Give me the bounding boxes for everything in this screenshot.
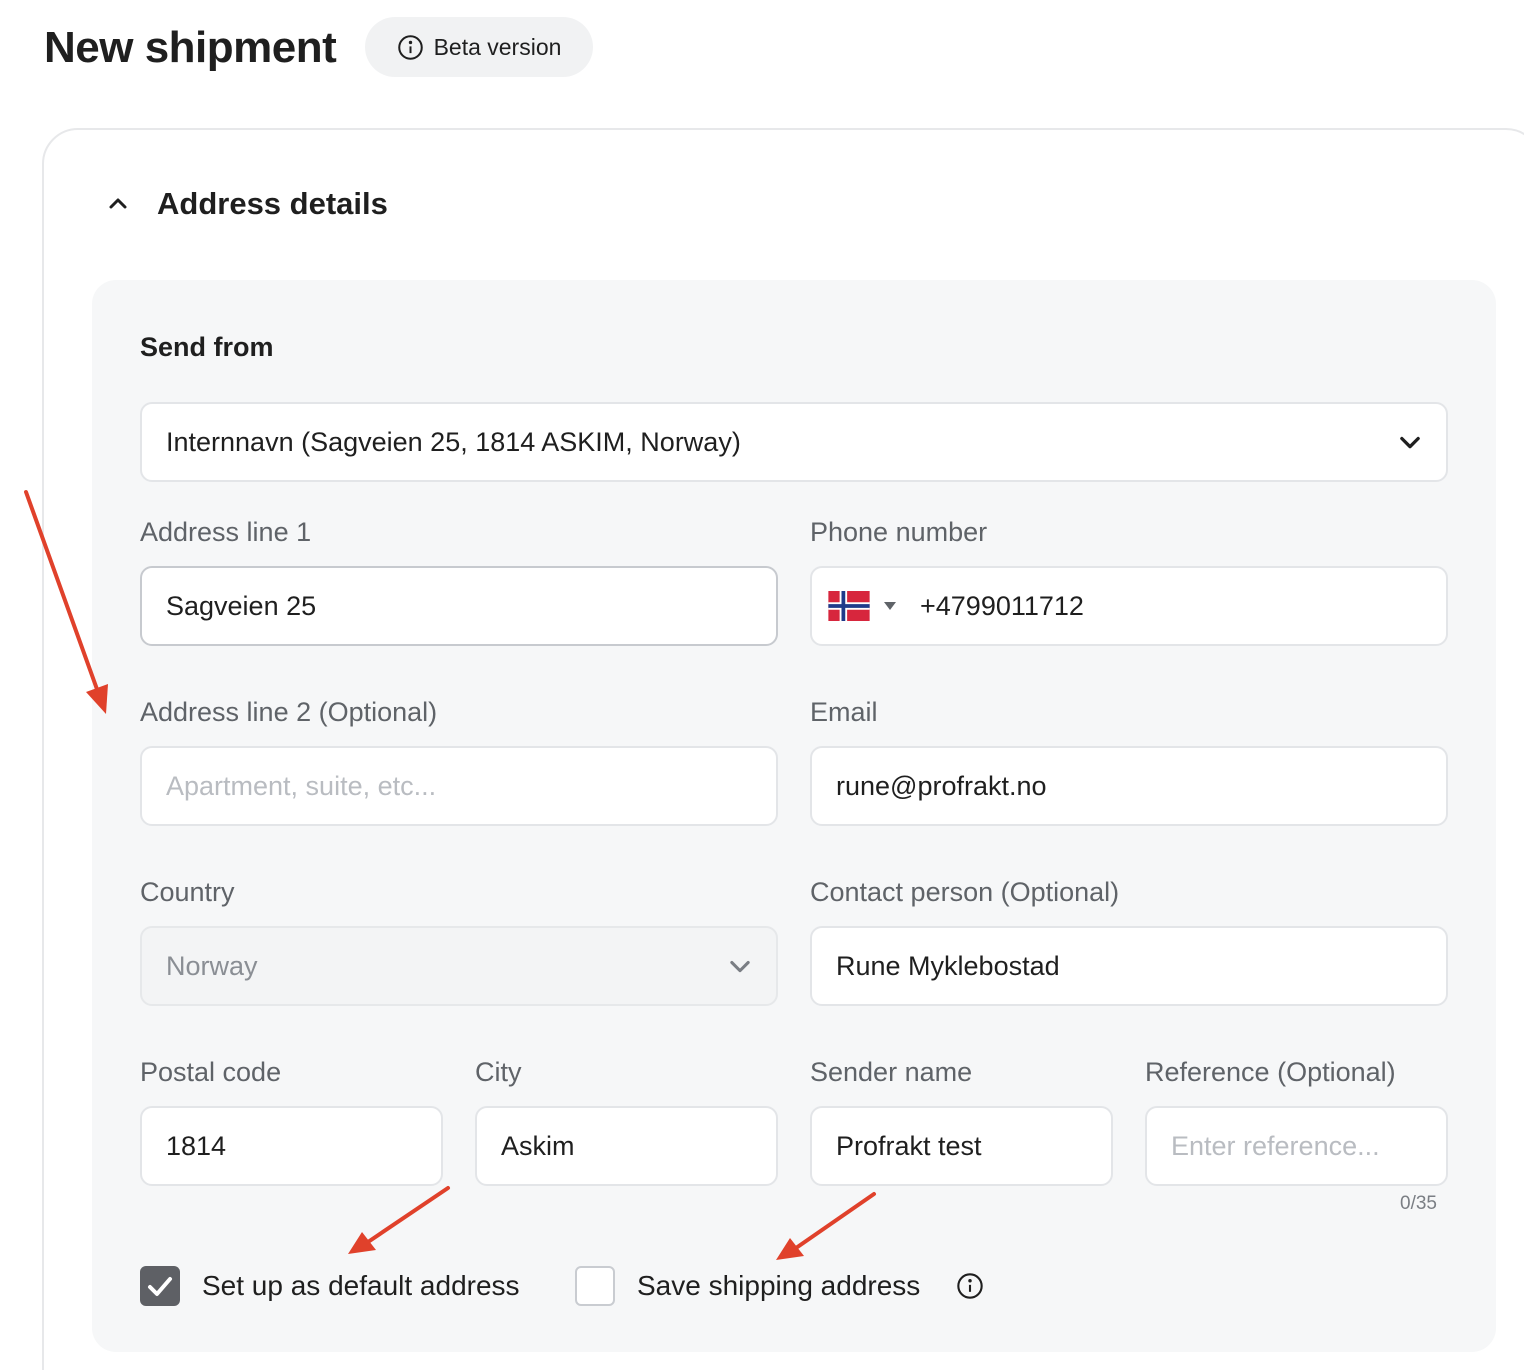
chevron-up-icon — [109, 198, 127, 209]
reference-label: Reference (Optional) — [1145, 1057, 1396, 1087]
sender-name-label: Sender name — [810, 1057, 973, 1087]
address-line-2-input[interactable]: Apartment, suite, etc... — [140, 746, 778, 826]
email-value: rune@profrakt.no — [836, 770, 1047, 801]
city-value: Askim — [501, 1130, 575, 1161]
reference-placeholder: Enter reference... — [1171, 1130, 1380, 1161]
send-from-label: Send from — [140, 332, 274, 362]
country-label: Country — [140, 877, 235, 907]
postal-code-input[interactable]: 1814 — [140, 1106, 443, 1186]
info-icon[interactable] — [956, 1272, 984, 1300]
country-select[interactable]: Norway — [140, 926, 778, 1006]
beta-version-badge[interactable]: Beta version — [365, 17, 593, 77]
phone-number-label: Phone number — [810, 517, 988, 547]
norway-flag-icon[interactable] — [828, 591, 870, 621]
page-title: New shipment — [44, 23, 337, 72]
city-input[interactable]: Askim — [475, 1106, 778, 1186]
address-line-1-value: Sagveien 25 — [166, 590, 317, 621]
address-line-2-label: Address line 2 (Optional) — [140, 697, 438, 727]
contact-person-label: Contact person (Optional) — [810, 877, 1120, 907]
default-address-label[interactable]: Set up as default address — [202, 1268, 520, 1304]
chevron-down-icon — [1400, 436, 1420, 449]
phone-number-value: +4799011712 — [920, 590, 1084, 621]
send-from-selected: Internnavn (Sagveien 25, 1814 ASKIM, Nor… — [166, 426, 741, 457]
sender-name-value: Profrakt test — [836, 1130, 982, 1161]
postal-code-value: 1814 — [166, 1130, 227, 1161]
section-title: Address details — [157, 186, 388, 221]
save-shipping-address-label[interactable]: Save shipping address — [637, 1268, 920, 1304]
checkmark-icon — [148, 1277, 172, 1296]
email-label: Email — [810, 697, 878, 727]
default-address-checkbox[interactable] — [140, 1266, 180, 1306]
contact-person-value: Rune Myklebostad — [836, 950, 1060, 981]
phone-number-input[interactable]: +4799011712 — [810, 566, 1448, 646]
address-line-1-input[interactable]: Sagveien 25 — [140, 566, 778, 646]
save-shipping-address-checkbox[interactable] — [575, 1266, 615, 1306]
sender-name-input[interactable]: Profrakt test — [810, 1106, 1113, 1186]
country-value: Norway — [166, 950, 258, 981]
collapse-section-button[interactable] — [100, 186, 136, 222]
reference-input[interactable]: Enter reference... — [1145, 1106, 1448, 1186]
reference-char-counter: 0/35 — [1400, 1193, 1437, 1214]
address-line-2-placeholder: Apartment, suite, etc... — [166, 770, 437, 801]
info-icon — [397, 34, 423, 60]
contact-person-input[interactable]: Rune Myklebostad — [810, 926, 1448, 1006]
send-from-select[interactable]: Internnavn (Sagveien 25, 1814 ASKIM, Nor… — [140, 402, 1448, 482]
city-label: City — [475, 1057, 522, 1087]
beta-version-label: Beta version — [433, 33, 562, 60]
postal-code-label: Postal code — [140, 1057, 282, 1087]
address-line-1-label: Address line 1 — [140, 517, 312, 547]
email-input[interactable]: rune@profrakt.no — [810, 746, 1448, 826]
chevron-down-icon — [730, 960, 750, 973]
country-code-caret-icon[interactable] — [884, 602, 896, 610]
